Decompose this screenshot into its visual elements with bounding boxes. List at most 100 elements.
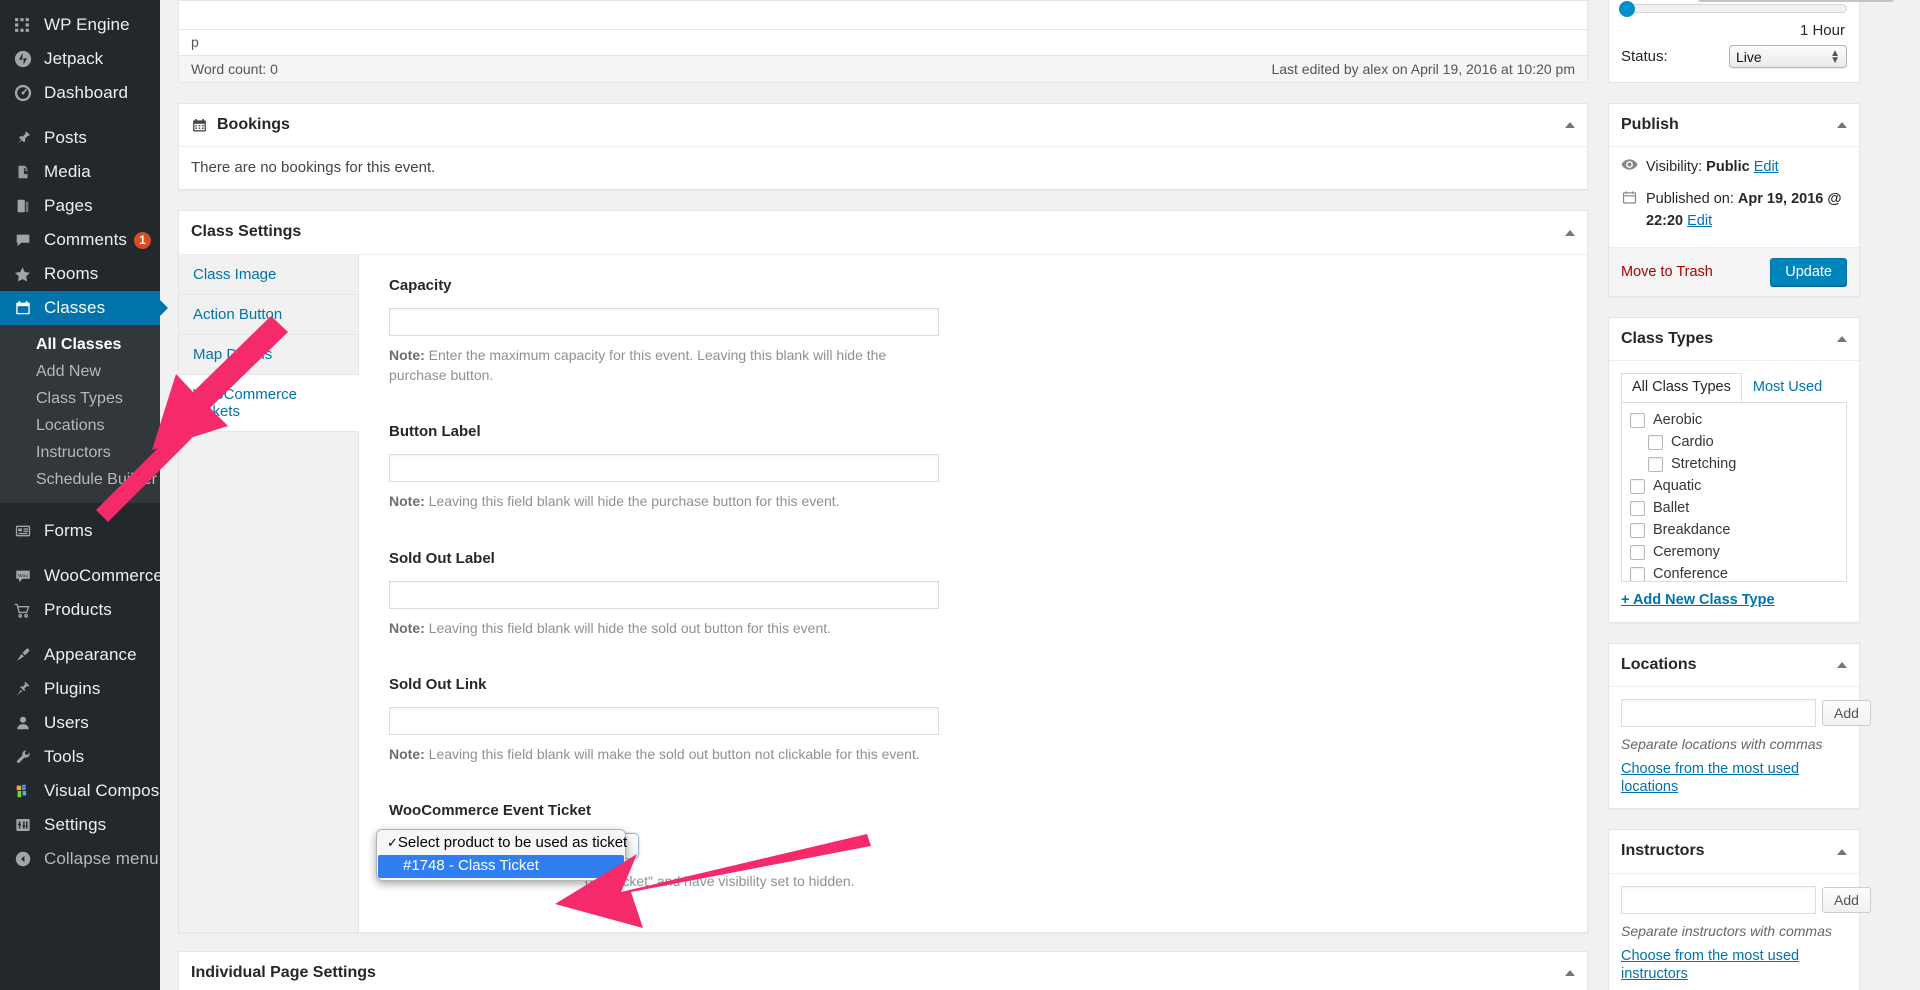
collapse-toggle-icon[interactable] [1837, 335, 1847, 342]
sidebar-item-woocommerce[interactable]: Woo WooCommerce [0, 559, 163, 593]
eye-icon [1621, 157, 1639, 179]
select-option-placeholder[interactable]: ✓ Select product to be used as ticket [377, 832, 627, 855]
select-option-class-ticket[interactable]: #1748 - Class Ticket [378, 855, 624, 879]
class-type-item[interactable]: Ballet [1630, 497, 1838, 519]
sidebar-item-class-types[interactable]: Class Types [0, 385, 160, 412]
button-label-input[interactable] [389, 454, 939, 483]
sidebar-item-wp-engine[interactable]: WP Engine [0, 8, 160, 42]
button-label-label: Button Label [389, 423, 481, 441]
sidebar-item-dashboard[interactable]: Dashboard [0, 76, 160, 110]
collapse-toggle-icon[interactable] [1837, 848, 1847, 855]
appearance-icon [12, 645, 33, 666]
checkbox-icon[interactable] [1648, 456, 1663, 472]
instructors-header[interactable]: Instructors [1609, 830, 1859, 874]
class-types-checklist[interactable]: Aerobic Cardio Stretching Aquatic Ballet [1621, 402, 1847, 583]
sidebar-item-rooms[interactable]: Rooms [0, 257, 160, 291]
add-new-class-type-link[interactable]: + Add New Class Type [1621, 582, 1847, 610]
sidebar-item-posts[interactable]: Posts [0, 121, 160, 155]
sidebar-item-forms[interactable]: Forms [0, 514, 160, 548]
class-types-header[interactable]: Class Types [1609, 318, 1859, 362]
class-settings-header[interactable]: Class Settings [179, 211, 1587, 255]
ticket-select-holder: ✓ Select product to be used as ticket #1… [376, 829, 639, 882]
class-type-label: Stretching [1671, 456, 1737, 473]
capacity-note: Note: Enter the maximum capacity for thi… [389, 345, 937, 386]
checkbox-icon[interactable] [1630, 478, 1645, 494]
collapse-toggle-icon[interactable] [1565, 969, 1575, 976]
individual-page-settings-header[interactable]: Individual Page Settings [179, 952, 1587, 990]
instructors-add-button[interactable]: Add [1822, 886, 1871, 913]
calendar-icon [12, 298, 33, 319]
sidebar-item-tools[interactable]: Tools [0, 740, 160, 774]
sidebar-item-plugins[interactable]: Plugins [0, 672, 160, 706]
bookings-panel-header[interactable]: Bookings [179, 104, 1587, 148]
duration-slider-knob[interactable] [1619, 1, 1635, 17]
instructors-choose-link[interactable]: Choose from the most used instructors [1621, 948, 1799, 982]
field-capacity: Capacity Note: Enter the maximum capacit… [389, 277, 1587, 386]
locations-input[interactable] [1621, 699, 1816, 728]
editor-content-area[interactable] [179, 1, 1587, 29]
class-type-item[interactable]: Conference [1630, 563, 1838, 582]
sidebar-item-users[interactable]: Users [0, 706, 160, 740]
sold-out-label-input[interactable] [389, 580, 939, 609]
sidebar-item-visual-composer[interactable]: Visual Composer [0, 774, 175, 808]
sidebar-item-schedule-builder[interactable]: Schedule Builder [0, 466, 160, 493]
checkbox-icon[interactable] [1630, 412, 1645, 428]
page-scrollbar[interactable] [1698, 0, 1894, 2]
duration-slider[interactable] [1619, 1, 1847, 17]
tab-action-button[interactable]: Action Button [179, 294, 358, 335]
sidebar-item-locations[interactable]: Locations [0, 412, 160, 439]
sidebar-item-add-new[interactable]: Add New [0, 358, 160, 385]
wp-engine-icon [12, 15, 33, 36]
sidebar-item-media[interactable]: Media [0, 155, 160, 189]
move-to-trash-link[interactable]: Move to Trash [1621, 264, 1713, 280]
editor-status-bar: Word count: 0 Last edited by alex on Apr… [179, 55, 1587, 82]
sold-out-link-input[interactable] [389, 706, 939, 735]
sidebar-item-instructors[interactable]: Instructors [0, 439, 160, 466]
locations-choose-link[interactable]: Choose from the most used locations [1621, 761, 1799, 795]
tab-woocommerce-tickets[interactable]: WooCommerce Tickets [179, 374, 359, 432]
class-type-item[interactable]: Breakdance [1630, 519, 1838, 541]
published-on-edit-link[interactable]: Edit [1687, 213, 1712, 229]
classes-submenu: All Classes Add New Class Types Location… [0, 325, 160, 503]
checkbox-icon[interactable] [1630, 566, 1645, 582]
sidebar-item-settings[interactable]: Settings [0, 808, 160, 842]
collapse-menu-button[interactable]: Collapse menu [0, 842, 160, 876]
sidebar-item-all-classes[interactable]: All Classes [0, 331, 160, 358]
sidebar-item-pages[interactable]: Pages [0, 189, 160, 223]
collapse-toggle-icon[interactable] [1565, 122, 1575, 129]
update-button[interactable]: Update [1770, 257, 1847, 286]
class-type-item[interactable]: Stretching [1630, 453, 1838, 475]
users-icon [12, 713, 33, 734]
locations-header[interactable]: Locations [1609, 644, 1859, 688]
sidebar-item-comments[interactable]: Comments 1 [0, 223, 160, 257]
tab-map-details[interactable]: Map Details [179, 334, 358, 375]
checkbox-icon[interactable] [1630, 544, 1645, 560]
locations-title: Locations [1621, 656, 1697, 674]
checkbox-icon[interactable] [1630, 522, 1645, 538]
publish-panel-header[interactable]: Publish [1609, 104, 1859, 148]
stepper-icon: ▲ ▼ [1830, 47, 1840, 66]
collapse-toggle-icon[interactable] [1837, 662, 1847, 669]
sidebar-item-appearance[interactable]: Appearance [0, 638, 160, 672]
status-select[interactable]: Live ▲ ▼ [1729, 45, 1847, 68]
class-type-item[interactable]: Aerobic [1630, 409, 1838, 431]
locations-add-button[interactable]: Add [1822, 700, 1871, 727]
tab-all-class-types[interactable]: All Class Types [1621, 373, 1742, 403]
checkbox-icon[interactable] [1630, 500, 1645, 516]
ticket-select-dropdown[interactable]: ✓ Select product to be used as ticket #1… [376, 829, 627, 882]
class-type-item[interactable]: Cardio [1630, 431, 1838, 453]
capacity-input[interactable] [389, 307, 939, 336]
page-body: p Word count: 0 Last edited by alex on A… [160, 0, 1920, 990]
tab-class-image[interactable]: Class Image [179, 254, 358, 295]
collapse-toggle-icon[interactable] [1565, 229, 1575, 236]
visibility-edit-link[interactable]: Edit [1754, 159, 1779, 175]
class-type-item[interactable]: Ceremony [1630, 541, 1838, 563]
sidebar-item-products[interactable]: Products [0, 593, 160, 627]
class-type-item[interactable]: Aquatic [1630, 475, 1838, 497]
instructors-input[interactable] [1621, 885, 1816, 914]
collapse-toggle-icon[interactable] [1837, 122, 1847, 129]
sidebar-item-classes[interactable]: Classes [0, 291, 168, 325]
sidebar-item-jetpack[interactable]: Jetpack [0, 42, 160, 76]
checkbox-icon[interactable] [1648, 434, 1663, 450]
tab-most-used[interactable]: Most Used [1742, 373, 1833, 402]
